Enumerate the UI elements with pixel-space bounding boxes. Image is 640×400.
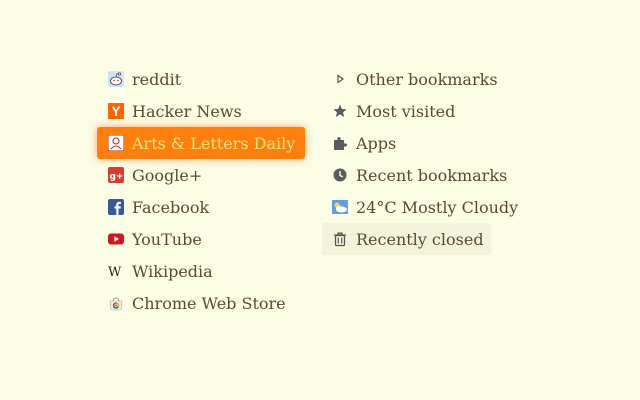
bookmark-list: reddit Hacker News Arts & Letters Daily …: [97, 63, 305, 319]
apps-item[interactable]: Apps: [322, 127, 528, 159]
recent-bookmarks-item[interactable]: Recent bookmarks: [322, 159, 528, 191]
bookmark-label: Wikipedia: [132, 261, 213, 281]
svg-text:g+: g+: [110, 172, 124, 182]
youtube-icon: [108, 231, 124, 247]
menu-label: Other bookmarks: [356, 69, 498, 89]
hacker-news-icon: [108, 103, 124, 119]
weather-cloudy-icon: [332, 199, 348, 215]
menu-label: Most visited: [356, 101, 456, 121]
menu-label: 24°C Mostly Cloudy: [356, 197, 519, 217]
bookmark-wikipedia[interactable]: W Wikipedia: [97, 255, 305, 287]
menu-label: Recently closed: [356, 229, 484, 249]
star-icon: [332, 103, 348, 119]
bookmark-google-plus[interactable]: g+ Google+: [97, 159, 305, 191]
bookmark-label: YouTube: [132, 229, 202, 249]
weather-item[interactable]: 24°C Mostly Cloudy: [322, 191, 528, 223]
bookmark-label: Facebook: [132, 197, 210, 217]
bookmark-youtube[interactable]: YouTube: [97, 223, 305, 255]
bookmark-facebook[interactable]: Facebook: [97, 191, 305, 223]
bookmark-label: Hacker News: [132, 101, 242, 121]
bookmark-chrome-web-store[interactable]: Chrome Web Store: [97, 287, 305, 319]
bookmark-label: Google+: [132, 165, 203, 185]
menu-label: Recent bookmarks: [356, 165, 508, 185]
bookmark-label: Chrome Web Store: [132, 293, 286, 313]
svg-text:W: W: [108, 265, 122, 279]
reddit-icon: [108, 71, 124, 87]
clock-icon: [332, 167, 348, 183]
google-plus-icon: g+: [108, 167, 124, 183]
triangle-right-icon: [332, 71, 348, 87]
bookmark-label: Arts & Letters Daily: [132, 133, 296, 153]
puzzle-icon: [332, 135, 348, 151]
facebook-icon: [108, 199, 124, 215]
trash-icon: [332, 231, 348, 247]
chrome-web-store-icon: [108, 295, 124, 311]
menu-list: Other bookmarks Most visited Apps Recent…: [322, 63, 528, 255]
other-bookmarks-item[interactable]: Other bookmarks: [322, 63, 528, 95]
arts-letters-daily-icon: [108, 135, 124, 151]
bookmark-arts-letters-daily[interactable]: Arts & Letters Daily: [97, 127, 305, 159]
wikipedia-icon: W: [108, 263, 124, 279]
bookmark-hacker-news[interactable]: Hacker News: [97, 95, 305, 127]
bookmark-reddit[interactable]: reddit: [97, 63, 305, 95]
bookmark-label: reddit: [132, 69, 182, 89]
menu-label: Apps: [356, 133, 397, 153]
recently-closed-item[interactable]: Recently closed: [322, 223, 491, 255]
most-visited-item[interactable]: Most visited: [322, 95, 528, 127]
